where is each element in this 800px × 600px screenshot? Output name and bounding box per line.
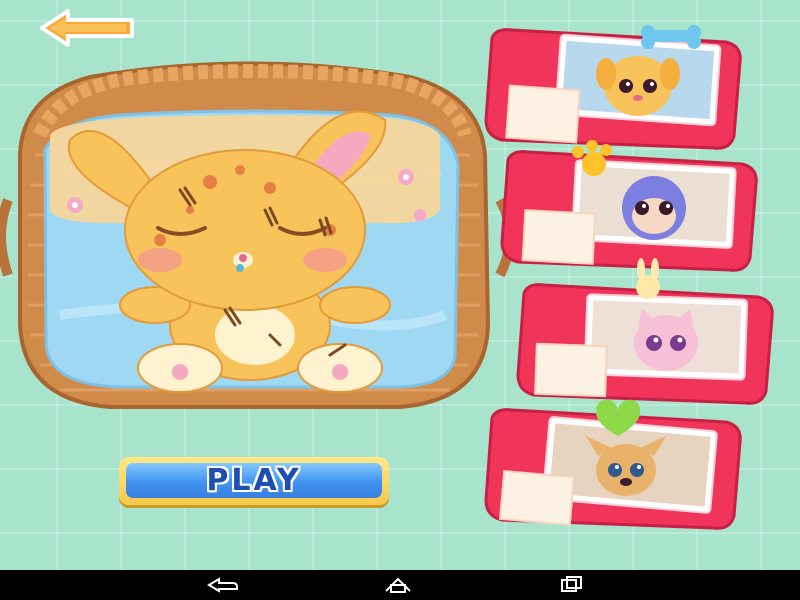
back-arrow-icon [40,9,134,47]
kitten-face-icon [634,309,698,371]
monkey-face-icon [622,176,686,240]
pet-card-puppy[interactable] [478,25,748,152]
system-navigation-bar [0,570,800,600]
play-button[interactable]: PLAY [119,457,389,505]
pet-card-monkey[interactable] [494,140,764,274]
nav-back-icon[interactable] [203,575,243,595]
pet-card-chihuahua[interactable] [478,399,748,532]
play-label: PLAY [206,463,302,498]
nav-recents-icon[interactable] [552,575,592,595]
pet-basket [0,55,520,415]
pet-card-kitten[interactable] [510,258,780,407]
back-button[interactable] [38,8,138,48]
nav-home-icon[interactable] [378,575,418,595]
play-button-face: PLAY [126,463,382,498]
